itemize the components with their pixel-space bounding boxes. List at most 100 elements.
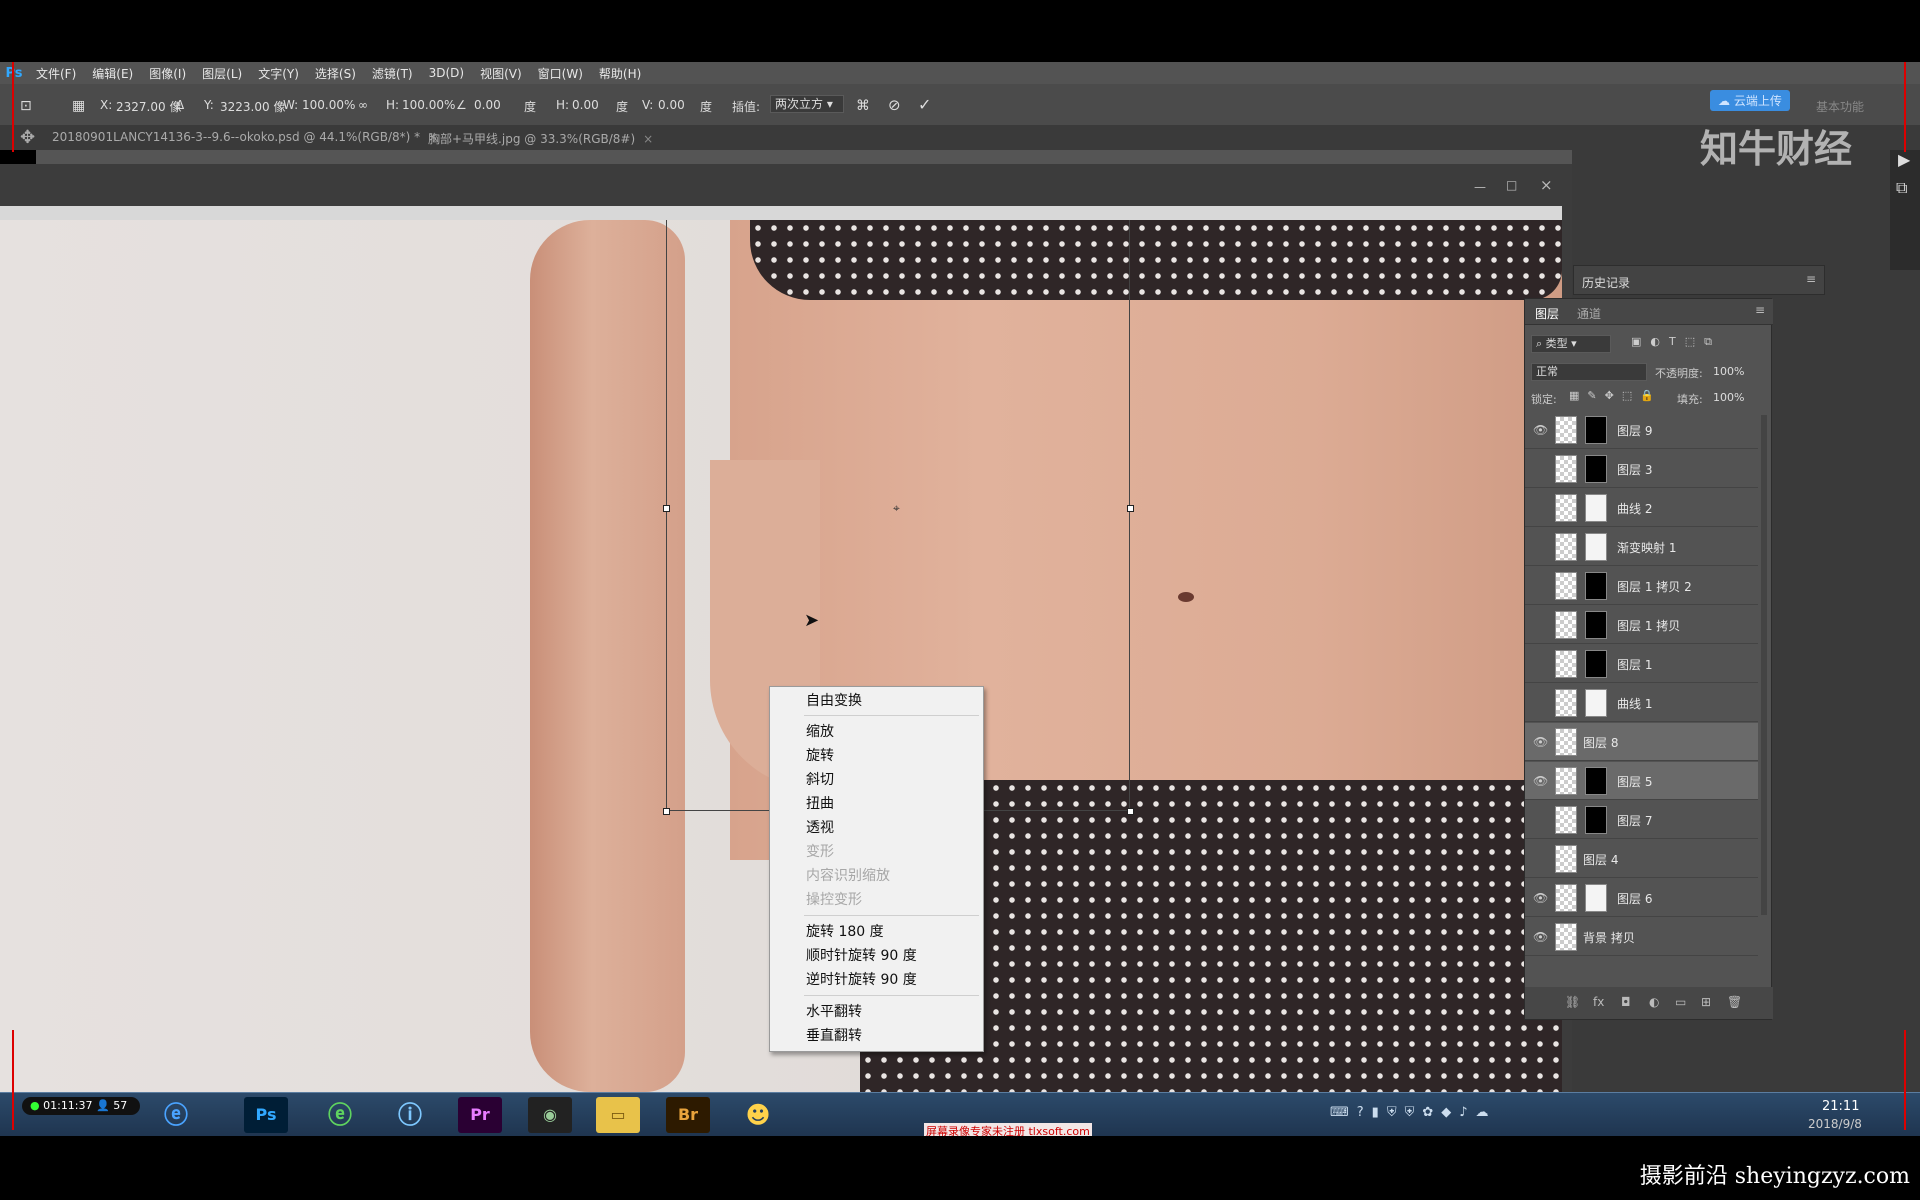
visibility-eye-icon[interactable]: 👁 [1533,930,1548,944]
h-field[interactable]: 100.00% [402,98,455,112]
visibility-eye-icon[interactable] [1533,696,1547,710]
system-tray[interactable]: ⌨?▮⛨⛨✿◆♪☁ [1330,1105,1497,1120]
camera-icon[interactable]: ◉ [528,1097,572,1133]
close-window-icon[interactable]: × [1540,176,1553,194]
warp-mode-icon[interactable]: ⌘ [856,98,870,114]
layer-row[interactable]: 图层 1 [1525,645,1758,683]
reference-point-icon[interactable]: ▦ [72,98,85,114]
layer-thumbnail[interactable] [1555,455,1577,483]
history-tab[interactable]: 历史记录 [1582,274,1630,291]
workspace-switcher[interactable]: 基本功能 [1816,98,1864,115]
menu-select[interactable]: 选择(S) [307,65,364,82]
opacity-field[interactable]: 100% [1713,365,1744,378]
menu-skew[interactable]: 斜切 [806,769,834,791]
layer-row[interactable]: 👁 图层 6 [1525,879,1758,917]
layer-thumbnail[interactable] [1555,611,1577,639]
adjustment-icon[interactable]: ◐ [1649,995,1659,1009]
visibility-eye-icon[interactable]: 👁 [1533,735,1548,749]
layer-thumbnail[interactable] [1555,494,1577,522]
layer-row[interactable]: 👁 图层 5 [1525,762,1758,800]
lock-icons[interactable]: ▦✎✥⬚🔒 [1569,389,1662,402]
cloud-upload-button[interactable]: ☁ 云端上传 [1710,90,1790,111]
menu-rotate-180[interactable]: 旋转 180 度 [806,921,884,943]
ie-icon[interactable]: ⓔ [154,1097,198,1133]
move-tool-icon[interactable]: ✥ [20,127,35,148]
visibility-eye-icon[interactable] [1533,852,1547,866]
layer-mask-thumbnail[interactable] [1585,611,1607,639]
layer-mask-thumbnail[interactable] [1585,572,1607,600]
layer-mask-thumbnail[interactable] [1585,884,1607,912]
fx-icon[interactable]: fx [1593,995,1604,1009]
layer-mask-thumbnail[interactable] [1585,455,1607,483]
menu-free-transform[interactable]: 自由变换 [806,690,862,712]
minimize-icon[interactable]: — [1474,180,1486,194]
menu-rotate-90-cw[interactable]: 顺时针旋转 90 度 [806,945,917,967]
x-field[interactable]: 2327.00 像 [116,98,181,115]
layer-thumbnail[interactable] [1555,767,1577,795]
trash-icon[interactable]: 🗑 [1727,995,1742,1009]
layer-row[interactable]: 曲线 2 [1525,489,1758,527]
menu-perspective[interactable]: 透视 [806,817,834,839]
transform-handle-bottom-right[interactable] [1127,808,1134,815]
menu-edit[interactable]: 编辑(E) [84,65,141,82]
layer-thumbnail[interactable] [1555,689,1577,717]
blend-mode-select[interactable]: 正常 [1531,363,1647,381]
actions-icon[interactable]: ⧉ [1896,178,1907,198]
panel-menu-icon[interactable]: ≡ [1806,272,1816,286]
menu-help[interactable]: 帮助(H) [591,65,649,82]
premiere-taskbar-button[interactable]: Pr [458,1097,502,1133]
delta-icon[interactable]: Δ [176,98,184,112]
visibility-eye-icon[interactable]: 👁 [1533,423,1548,437]
hskew-field[interactable]: 0.00 [572,98,599,112]
visibility-eye-icon[interactable] [1533,618,1547,632]
layer-filter-select[interactable]: ⌕ 类型 ▾ [1531,335,1611,353]
layer-thumbnail[interactable] [1555,416,1577,444]
layer-mask-thumbnail[interactable] [1585,494,1607,522]
menu-window[interactable]: 窗口(W) [530,65,591,82]
layer-row[interactable]: 图层 1 拷贝 2 [1525,567,1758,605]
menu-rotate-90-ccw[interactable]: 逆时针旋转 90 度 [806,969,917,991]
layer-row[interactable]: 👁 图层 9 [1525,411,1758,449]
link-layers-icon[interactable]: ⛓ [1565,995,1580,1009]
tab-channels[interactable]: 通道 [1577,305,1601,322]
menu-view[interactable]: 视图(V) [472,65,530,82]
visibility-eye-icon[interactable] [1533,579,1547,593]
check-icon[interactable]: ✓ [918,95,931,114]
play-icon[interactable]: ▶ [1898,150,1910,169]
layer-thumbnail[interactable] [1555,884,1577,912]
layer-thumbnail[interactable] [1555,650,1577,678]
layer-row[interactable]: 图层 4 [1525,840,1758,878]
menu-distort[interactable]: 扭曲 [806,793,834,815]
layer-row[interactable]: 👁 图层 8 [1525,723,1758,761]
layer-thumbnail[interactable] [1555,728,1577,756]
layer-thumbnail[interactable] [1555,533,1577,561]
visibility-eye-icon[interactable] [1533,540,1547,554]
menu-rotate[interactable]: 旋转 [806,745,834,767]
layer-row[interactable]: 图层 1 拷贝 [1525,606,1758,644]
doc-tab-1[interactable]: 20180901LANCY14136-3--9.6--okoko.psd @ 4… [52,130,438,144]
layer-mask-thumbnail[interactable] [1585,806,1607,834]
folder-icon[interactable]: ▭ [1675,995,1686,1009]
vskew-field[interactable]: 0.00 [658,98,685,112]
transform-tool-icon[interactable]: ⊡ [20,98,32,114]
layer-list-scrollbar[interactable] [1761,415,1767,915]
visibility-eye-icon[interactable] [1533,462,1547,476]
menu-image[interactable]: 图像(I) [141,65,194,82]
layer-thumbnail[interactable] [1555,806,1577,834]
link-icon[interactable]: ∞ [358,98,368,112]
layer-mask-thumbnail[interactable] [1585,416,1607,444]
clock-time[interactable]: 21:11 [1822,1099,1859,1114]
360-browser-icon[interactable]: ⓔ [318,1097,362,1133]
transform-handle-left[interactable] [663,505,670,512]
transform-handle-bottom-left[interactable] [663,808,670,815]
close-icon[interactable]: × [643,132,653,146]
info-icon[interactable]: ⓘ [388,1097,432,1133]
add-mask-icon[interactable]: ◘ [1621,995,1631,1009]
bridge-taskbar-button[interactable]: Br [666,1097,710,1133]
layer-row[interactable]: 曲线 1 [1525,684,1758,722]
layer-mask-thumbnail[interactable] [1585,689,1607,717]
interp-select[interactable]: 两次立方 ▾ [770,95,844,113]
new-layer-icon[interactable]: ⊞ [1701,995,1711,1009]
menu-type[interactable]: 文字(Y) [250,65,307,82]
transform-center-icon[interactable]: ⌖ [893,501,900,516]
